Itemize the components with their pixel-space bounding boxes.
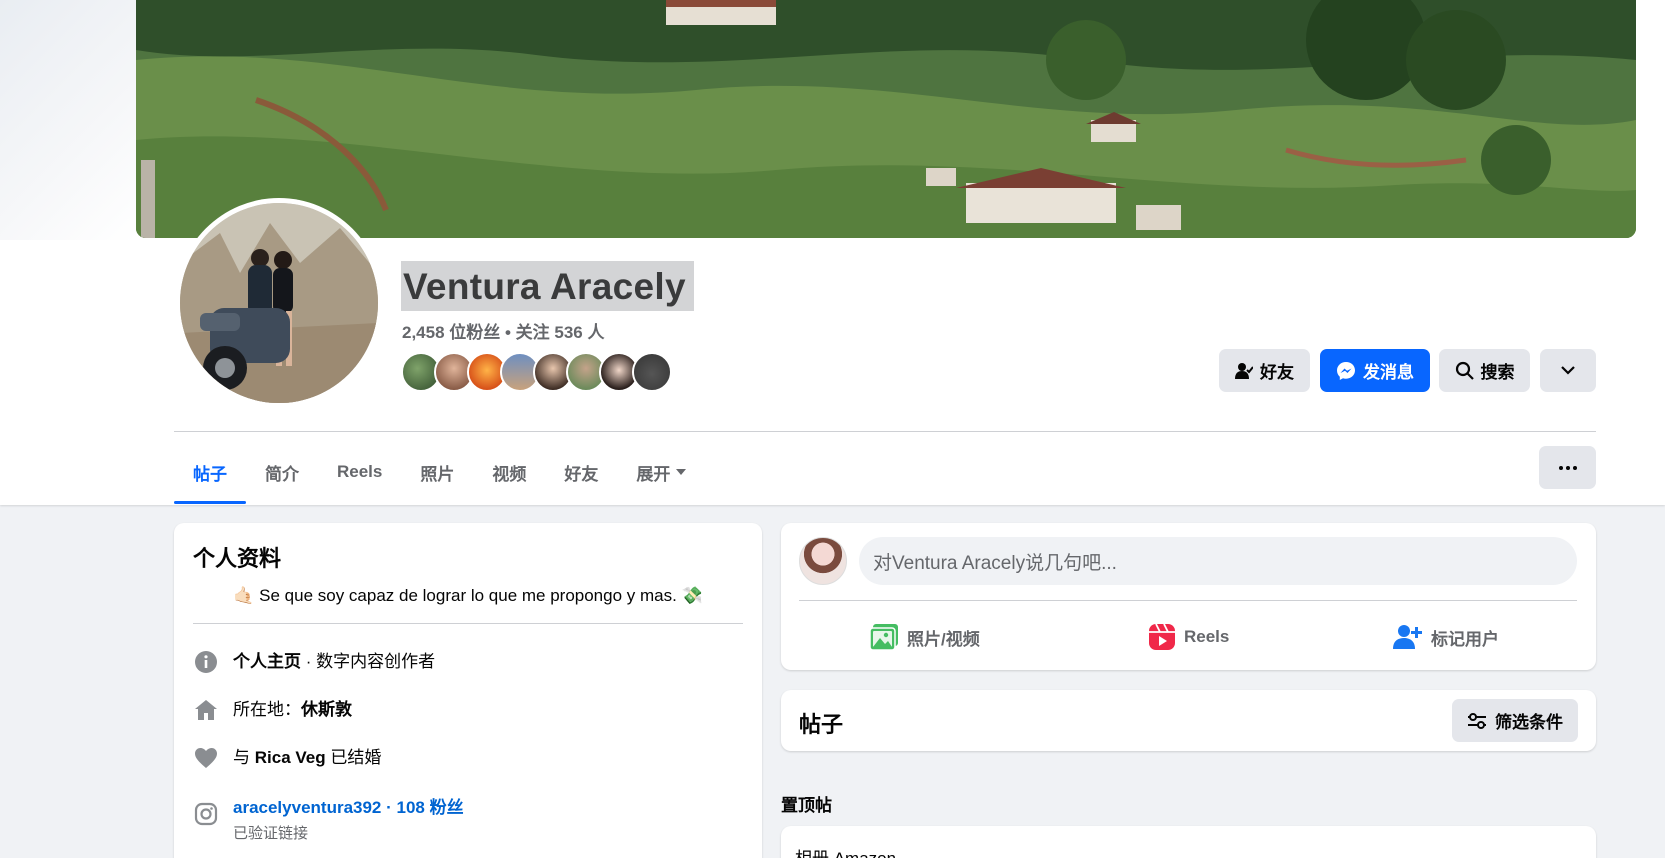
instagram-verified-note: 已验证链接 — [233, 825, 309, 842]
composer-avatar[interactable] — [799, 537, 847, 585]
profile-name-highlight: Ventura Aracely — [401, 261, 694, 311]
tab-posts[interactable]: 帖子 — [174, 440, 246, 504]
page-edge-fade — [0, 0, 136, 240]
bio-text: Se que soy capaz de lograr lo que me pro… — [259, 586, 677, 605]
chevron-down-icon — [1561, 366, 1575, 375]
heart-icon — [193, 745, 219, 771]
photo-icon — [869, 624, 898, 651]
posts-title: 帖子 — [799, 712, 844, 737]
profile-dropdown-button[interactable] — [1540, 349, 1596, 392]
friend-avatar[interactable] — [632, 352, 672, 392]
tab-label: 好友 — [564, 464, 599, 484]
tab-friends[interactable]: 好友 — [545, 440, 617, 504]
caret-down-icon — [676, 469, 687, 475]
post-composer: 对Ventura Aracely说几句吧... 照片/视频 Reels 标记用户 — [781, 523, 1596, 670]
messenger-icon — [1337, 361, 1355, 380]
tab-label: 帖子 — [193, 464, 227, 484]
instagram-icon — [193, 801, 219, 827]
intro-relationship-row: 与 Rica Veg 已结婚 — [193, 745, 381, 771]
page-category: · 数字内容创作者 — [301, 652, 436, 671]
money-emoji: 💸 — [681, 586, 703, 605]
hand-emoji: 🤙🏻 — [233, 586, 255, 605]
tab-label: 视频 — [492, 464, 527, 484]
intro-page-row: 个人主页 · 数字内容创作者 — [193, 649, 435, 675]
home-icon — [193, 697, 219, 723]
profile-avatar[interactable] — [175, 198, 383, 408]
intro-card: 个人资料 个人主页 · 数字内容创作者 所在地：休斯敦 与 Rica Veg 已… — [174, 523, 762, 858]
friend-check-icon — [1235, 362, 1253, 379]
search-button-label: 搜索 — [1480, 363, 1515, 382]
intro-title: 个人资料 — [193, 546, 282, 571]
tab-label: 展开 — [636, 464, 671, 484]
intro-bio: 🤙🏻 Se que soy capaz de lograr lo que me … — [174, 586, 762, 606]
profile-photo — [180, 203, 378, 403]
page-label[interactable]: 个人主页 — [233, 652, 301, 671]
message-button[interactable]: 发消息 — [1320, 349, 1430, 392]
search-button[interactable]: 搜索 — [1439, 349, 1530, 392]
composer-placeholder: 对Ventura Aracely说几句吧... — [873, 552, 1117, 574]
relationship-prefix: 与 — [233, 748, 255, 767]
intro-instagram-row: aracelyventura392 · 108 粉丝 已验证链接 — [193, 793, 464, 843]
location-prefix: 所在地： — [233, 700, 301, 719]
tag-people-icon — [1393, 625, 1422, 649]
intro-divider — [193, 623, 743, 624]
search-icon — [1455, 361, 1474, 380]
more-options-button[interactable] — [1539, 446, 1596, 489]
composer-input[interactable]: 对Ventura Aracely说几句吧... — [859, 537, 1577, 585]
photo-video-label: 照片/视频 — [907, 629, 980, 649]
profile-name: Ventura Aracely — [403, 266, 686, 307]
pinned-post-card[interactable]: 相册 Amazon — [781, 826, 1596, 858]
ellipsis-icon — [1558, 465, 1577, 470]
pinned-post-preview: 相册 Amazon — [795, 844, 896, 858]
intro-location-row: 所在地：休斯敦 — [193, 697, 352, 723]
reels-icon — [1149, 623, 1175, 650]
pinned-posts-label: 置顶帖 — [781, 796, 832, 815]
profile-header: Ventura Aracely 2,458 位粉丝 • 关注 536 人 好友 … — [0, 0, 1665, 505]
tab-label: Reels — [337, 462, 383, 481]
message-button-label: 发消息 — [1363, 363, 1414, 382]
tab-more[interactable]: 展开 — [617, 440, 705, 504]
friends-button-label: 好友 — [1260, 363, 1294, 382]
friends-button[interactable]: 好友 — [1219, 349, 1310, 392]
location-link[interactable]: 休斯敦 — [301, 700, 352, 719]
reels-label: Reels — [1184, 627, 1230, 646]
photo-video-button[interactable]: 照片/视频 — [869, 617, 980, 657]
header-divider — [174, 431, 1596, 432]
reels-button[interactable]: Reels — [1148, 617, 1229, 657]
tab-reels[interactable]: Reels — [318, 440, 401, 504]
tag-people-button[interactable]: 标记用户 — [1393, 617, 1499, 657]
composer-divider — [799, 600, 1577, 601]
tab-about[interactable]: 简介 — [246, 440, 318, 504]
posts-header-card: 帖子 筛选条件 — [781, 690, 1596, 751]
cover-photo[interactable] — [136, 0, 1636, 238]
filter-label: 筛选条件 — [1495, 713, 1563, 732]
tab-videos[interactable]: 视频 — [473, 440, 545, 504]
follower-stats[interactable]: 2,458 位粉丝 • 关注 536 人 — [402, 318, 604, 343]
tab-photos[interactable]: 照片 — [401, 440, 473, 504]
filter-button[interactable]: 筛选条件 — [1452, 699, 1578, 742]
cover-landscape — [136, 0, 1636, 238]
profile-tabs: 帖子 简介 Reels 照片 视频 好友 展开 — [174, 440, 705, 504]
relationship-suffix: 已结婚 — [325, 748, 382, 767]
tag-people-label: 标记用户 — [1431, 629, 1499, 649]
tab-label: 照片 — [420, 464, 455, 484]
relationship-partner-link[interactable]: Rica Veg — [255, 748, 326, 767]
filter-sliders-icon — [1468, 712, 1486, 729]
instagram-link[interactable]: aracelyventura392 · 108 粉丝 — [233, 793, 464, 818]
info-icon — [193, 649, 219, 675]
tab-label: 简介 — [265, 464, 299, 484]
